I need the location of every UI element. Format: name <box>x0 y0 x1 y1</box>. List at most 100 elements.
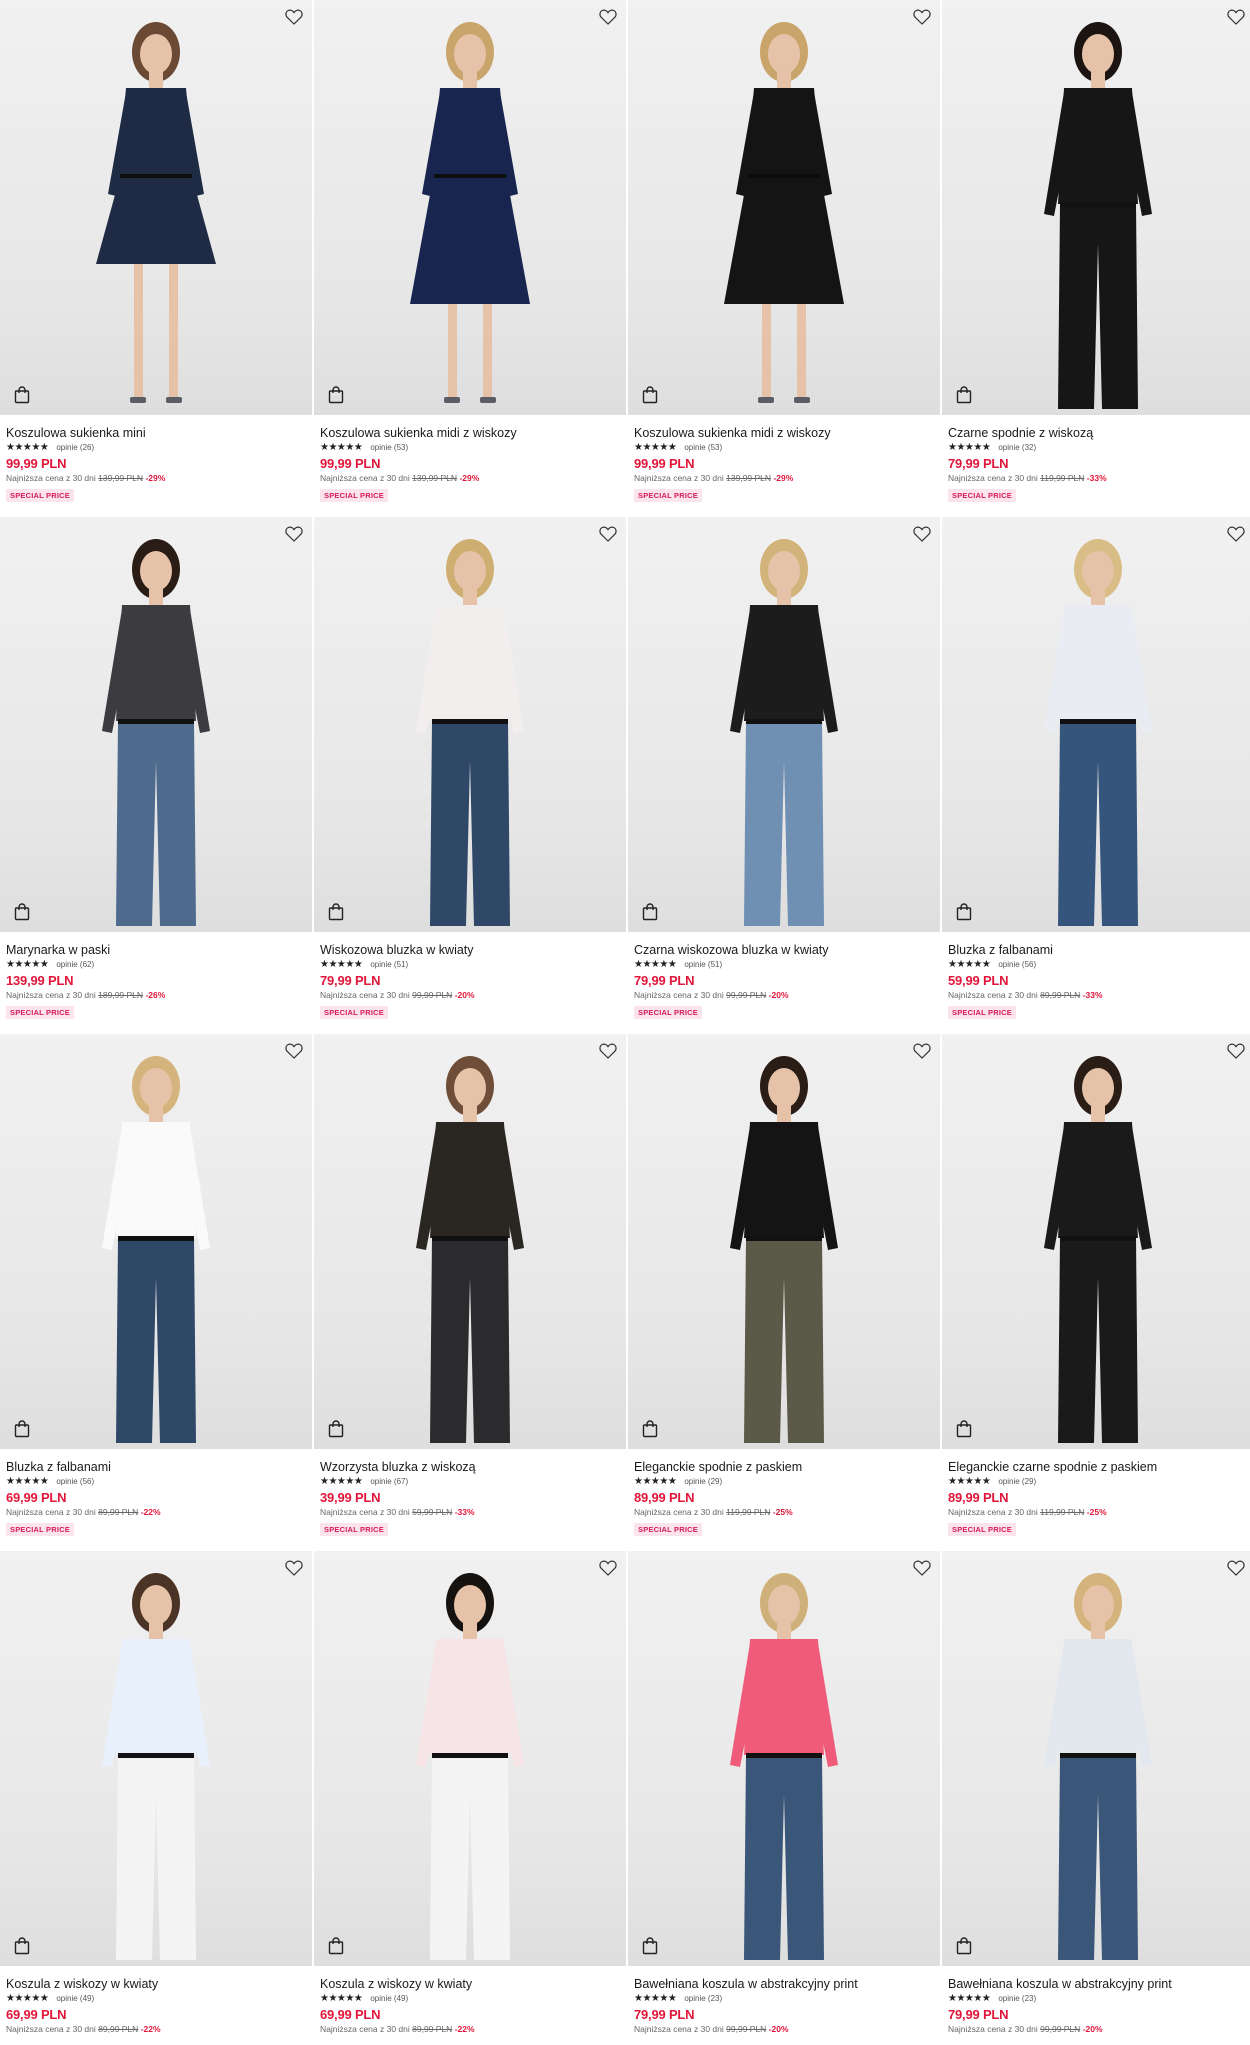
product-card[interactable]: Wiskozowa bluzka w kwiaty ★★★★★ opinie (… <box>314 517 626 1034</box>
shopping-bag-icon[interactable] <box>325 901 347 923</box>
product-name[interactable]: Koszulowa sukienka mini <box>6 426 306 440</box>
product-name[interactable]: Wiskozowa bluzka w kwiaty <box>320 943 620 957</box>
product-name[interactable]: Eleganckie czarne spodnie z paskiem <box>948 1460 1248 1474</box>
review-count[interactable]: opinie (29) <box>998 1477 1036 1487</box>
product-photo[interactable] <box>314 1551 626 1966</box>
review-count[interactable]: opinie (56) <box>56 1477 94 1487</box>
review-count[interactable]: opinie (23) <box>684 1994 722 2004</box>
product-name[interactable]: Bawełniana koszula w abstrakcyjny print <box>634 1977 934 1991</box>
review-count[interactable]: opinie (56) <box>998 960 1036 970</box>
heart-icon[interactable] <box>1225 523 1247 545</box>
review-count[interactable]: opinie (49) <box>56 1994 94 2004</box>
product-name[interactable]: Wzorzysta bluzka z wiskozą <box>320 1460 620 1474</box>
heart-icon[interactable] <box>1225 6 1247 28</box>
shopping-bag-icon[interactable] <box>325 1418 347 1440</box>
product-name[interactable]: Marynarka w paski <box>6 943 306 957</box>
product-name[interactable]: Bawełniana koszula w abstrakcyjny print <box>948 1977 1248 1991</box>
product-photo[interactable] <box>0 1551 312 1966</box>
review-count[interactable]: opinie (53) <box>370 443 408 453</box>
heart-icon[interactable] <box>1225 1557 1247 1579</box>
review-count[interactable]: opinie (32) <box>998 443 1036 453</box>
product-photo[interactable] <box>942 1034 1250 1449</box>
product-photo[interactable] <box>0 517 312 932</box>
heart-icon[interactable] <box>597 523 619 545</box>
heart-icon[interactable] <box>597 1040 619 1062</box>
product-photo[interactable] <box>0 0 312 415</box>
product-card[interactable]: Koszula z wiskozy w kwiaty ★★★★★ opinie … <box>0 1551 312 2045</box>
product-photo[interactable] <box>942 1551 1250 1966</box>
heart-icon[interactable] <box>911 1557 933 1579</box>
shopping-bag-icon[interactable] <box>953 1418 975 1440</box>
product-card[interactable]: Koszula z wiskozy w kwiaty ★★★★★ opinie … <box>314 1551 626 2045</box>
heart-icon[interactable] <box>911 1040 933 1062</box>
product-name[interactable]: Bluzka z falbanami <box>948 943 1248 957</box>
product-card[interactable]: Wzorzysta bluzka z wiskozą ★★★★★ opinie … <box>314 1034 626 1551</box>
product-name[interactable]: Bluzka z falbanami <box>6 1460 306 1474</box>
product-card[interactable]: Koszulowa sukienka mini ★★★★★ opinie (26… <box>0 0 312 517</box>
product-card[interactable]: Bawełniana koszula w abstrakcyjny print … <box>628 1551 940 2045</box>
shopping-bag-icon[interactable] <box>639 1935 661 1957</box>
product-card[interactable]: Eleganckie czarne spodnie z paskiem ★★★★… <box>942 1034 1250 1551</box>
heart-icon[interactable] <box>911 523 933 545</box>
product-photo[interactable] <box>314 517 626 932</box>
product-name[interactable]: Koszula z wiskozy w kwiaty <box>6 1977 306 1991</box>
review-count[interactable]: opinie (49) <box>370 1994 408 2004</box>
product-name[interactable]: Koszula z wiskozy w kwiaty <box>320 1977 620 1991</box>
product-photo[interactable] <box>628 1034 940 1449</box>
product-card[interactable]: Bawełniana koszula w abstrakcyjny print … <box>942 1551 1250 2045</box>
star-rating-icon: ★★★★★ <box>948 1475 991 1487</box>
shopping-bag-icon[interactable] <box>11 901 33 923</box>
lowest-price-label: Najniższa cena z 30 dni <box>948 990 1038 1000</box>
product-name[interactable]: Koszulowa sukienka midi z wiskozy <box>320 426 620 440</box>
product-card[interactable]: Marynarka w paski ★★★★★ opinie (62) 139,… <box>0 517 312 1034</box>
product-photo[interactable] <box>628 1551 940 1966</box>
product-card[interactable]: Czarne spodnie z wiskozą ★★★★★ opinie (3… <box>942 0 1250 517</box>
shopping-bag-icon[interactable] <box>11 1935 33 1957</box>
product-photo[interactable] <box>942 517 1250 932</box>
product-card[interactable]: Eleganckie spodnie z paskiem ★★★★★ opini… <box>628 1034 940 1551</box>
shopping-bag-icon[interactable] <box>953 384 975 406</box>
shopping-bag-icon[interactable] <box>639 901 661 923</box>
heart-icon[interactable] <box>911 6 933 28</box>
product-name[interactable]: Czarna wiskozowa bluzka w kwiaty <box>634 943 934 957</box>
product-card[interactable]: Koszulowa sukienka midi z wiskozy ★★★★★ … <box>314 0 626 517</box>
review-count[interactable]: opinie (29) <box>684 1477 722 1487</box>
product-photo[interactable] <box>628 0 940 415</box>
product-photo[interactable] <box>942 0 1250 415</box>
product-card[interactable]: Bluzka z falbanami ★★★★★ opinie (56) 69,… <box>0 1034 312 1551</box>
product-name[interactable]: Eleganckie spodnie z paskiem <box>634 1460 934 1474</box>
heart-icon[interactable] <box>283 1557 305 1579</box>
product-name[interactable]: Czarne spodnie z wiskozą <box>948 426 1248 440</box>
product-card[interactable]: Czarna wiskozowa bluzka w kwiaty ★★★★★ o… <box>628 517 940 1034</box>
product-photo[interactable] <box>628 517 940 932</box>
shopping-bag-icon[interactable] <box>953 1935 975 1957</box>
heart-icon[interactable] <box>1225 1040 1247 1062</box>
product-photo[interactable] <box>314 1034 626 1449</box>
shopping-bag-icon[interactable] <box>953 901 975 923</box>
heart-icon[interactable] <box>283 6 305 28</box>
product-card[interactable]: Koszulowa sukienka midi z wiskozy ★★★★★ … <box>628 0 940 517</box>
review-count[interactable]: opinie (67) <box>370 1477 408 1487</box>
rating: ★★★★★ opinie (26) <box>6 442 306 453</box>
review-count[interactable]: opinie (62) <box>56 960 94 970</box>
review-count[interactable]: opinie (53) <box>684 443 722 453</box>
review-count[interactable]: opinie (51) <box>684 960 722 970</box>
product-card[interactable]: Bluzka z falbanami ★★★★★ opinie (56) 59,… <box>942 517 1250 1034</box>
shopping-bag-icon[interactable] <box>11 384 33 406</box>
shopping-bag-icon[interactable] <box>639 1418 661 1440</box>
review-count[interactable]: opinie (26) <box>56 443 94 453</box>
product-price: 99,99 PLN <box>320 456 381 471</box>
product-name[interactable]: Koszulowa sukienka midi z wiskozy <box>634 426 934 440</box>
product-photo[interactable] <box>314 0 626 415</box>
shopping-bag-icon[interactable] <box>11 1418 33 1440</box>
product-photo[interactable] <box>0 1034 312 1449</box>
heart-icon[interactable] <box>283 1040 305 1062</box>
review-count[interactable]: opinie (23) <box>998 1994 1036 2004</box>
shopping-bag-icon[interactable] <box>639 384 661 406</box>
review-count[interactable]: opinie (51) <box>370 960 408 970</box>
heart-icon[interactable] <box>597 1557 619 1579</box>
heart-icon[interactable] <box>597 6 619 28</box>
shopping-bag-icon[interactable] <box>325 384 347 406</box>
shopping-bag-icon[interactable] <box>325 1935 347 1957</box>
heart-icon[interactable] <box>283 523 305 545</box>
